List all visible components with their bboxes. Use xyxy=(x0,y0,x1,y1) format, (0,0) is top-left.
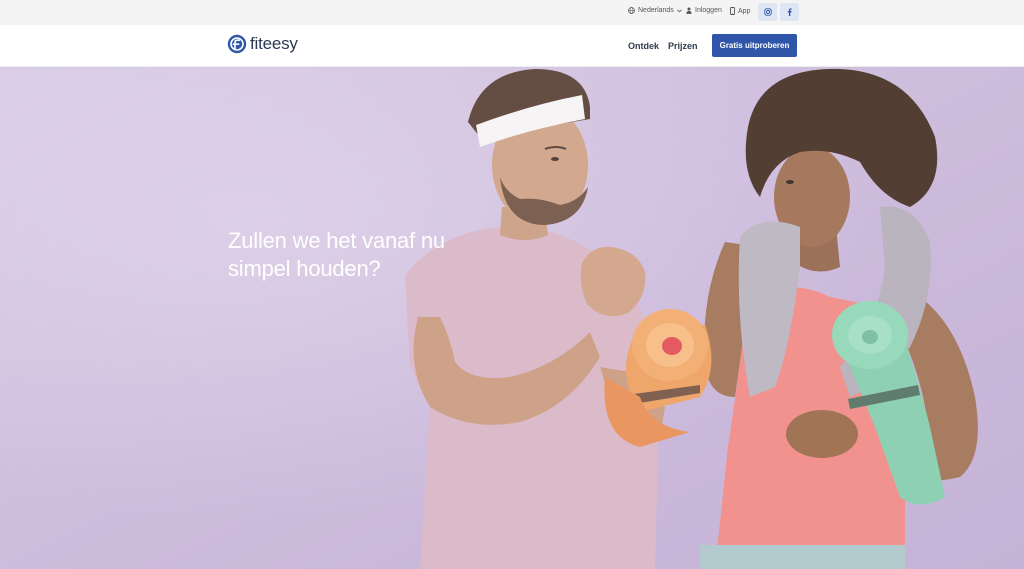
hero-photo xyxy=(0,67,1024,569)
instagram-icon xyxy=(763,8,772,16)
login-link[interactable]: Inloggen xyxy=(686,7,722,14)
hero-headline-line2: simpel houden? xyxy=(228,255,381,281)
instagram-button[interactable] xyxy=(758,3,777,21)
hero-headline: Zullen we het vanaf nu simpel houden? xyxy=(228,227,528,283)
mobile-phone-icon xyxy=(730,7,735,15)
top-utility-bar: Nederlands Inloggen App xyxy=(0,0,1024,25)
free-trial-button[interactable]: Gratis uitproberen xyxy=(712,34,797,57)
app-label: App xyxy=(738,7,751,15)
app-link[interactable]: App xyxy=(730,7,750,15)
logo-text: fiteesy xyxy=(250,34,298,53)
facebook-icon xyxy=(787,8,792,16)
language-label: Nederlands xyxy=(638,7,674,14)
login-label: Inloggen xyxy=(695,7,722,14)
nav-link-prijzen[interactable]: Prijzen xyxy=(668,41,698,51)
main-header: fiteesy Ontdek Prijzen Gratis uitprobere… xyxy=(0,25,1024,67)
nav-link-ontdek[interactable]: Ontdek xyxy=(628,41,659,51)
site-logo[interactable]: fiteesy xyxy=(227,34,298,54)
fiteesy-logo-icon xyxy=(227,34,247,54)
hero-section: Zullen we het vanaf nu simpel houden? xyxy=(0,67,1024,569)
hero-headline-line1: Zullen we het vanaf nu xyxy=(228,228,445,253)
globe-icon xyxy=(628,7,635,14)
chevron-down-icon xyxy=(676,8,682,12)
language-selector[interactable]: Nederlands xyxy=(628,7,682,14)
user-icon xyxy=(686,7,692,14)
facebook-button[interactable] xyxy=(780,3,799,21)
